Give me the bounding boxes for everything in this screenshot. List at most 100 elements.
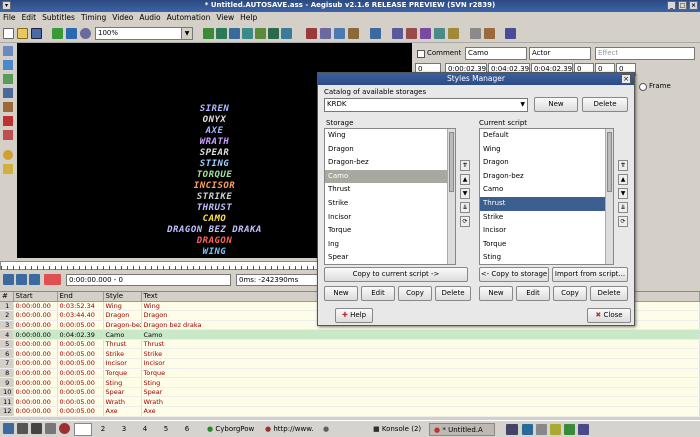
automation-icon[interactable] [370, 28, 381, 39]
menu-view[interactable]: View [213, 12, 237, 23]
catalog-new-button[interactable]: New [534, 97, 578, 112]
storage-scrollbar[interactable] [447, 129, 455, 264]
help-button[interactable]: ✚ Help [335, 308, 373, 323]
table-row[interactable]: 11 0:00:00.00 0:00:05.00 Wrath Wrath [0, 396, 700, 408]
storage-edit-button[interactable]: Edit [361, 286, 395, 301]
minimize-icon[interactable]: _ [667, 1, 676, 10]
tool-clip-icon[interactable] [268, 28, 279, 39]
current-sort-icon[interactable]: ⟳ [618, 216, 628, 227]
list-item[interactable]: Default [480, 129, 613, 143]
current-copy-button[interactable]: Copy [553, 286, 587, 301]
effect-field[interactable]: Effect [595, 47, 695, 60]
table-row[interactable]: 8 0:00:00.00 0:00:05.00 Torque Torque [0, 368, 700, 379]
tray-flag-icon[interactable] [506, 424, 518, 435]
storage-move-top-icon[interactable]: ⇈ [460, 160, 470, 171]
table-row[interactable]: 10 0:00:00.00 0:00:05.00 Spear Spear [0, 387, 700, 398]
grid-header-number[interactable]: # [0, 292, 14, 302]
list-item[interactable]: Thrust [325, 183, 455, 197]
tray-device-icon[interactable] [578, 424, 589, 435]
menu-timing[interactable]: Timing [78, 12, 109, 23]
table-row[interactable]: 12 0:00:00.00 0:00:05.00 Axe Axe [0, 406, 700, 417]
dialog-close-icon[interactable]: × [621, 74, 631, 84]
current-move-top-icon[interactable]: ⇈ [618, 160, 628, 171]
tool-drag-icon[interactable] [216, 28, 227, 39]
list-item[interactable]: Wing [480, 143, 613, 157]
play-line-icon[interactable] [16, 274, 27, 285]
tool-rotate-xy-icon[interactable] [242, 28, 253, 39]
list-item[interactable]: Strike [480, 211, 613, 225]
attachments-icon[interactable] [334, 28, 345, 39]
list-item[interactable]: Torque [480, 238, 613, 252]
list-item[interactable]: Ing [325, 238, 455, 252]
tray-update-icon[interactable] [564, 424, 575, 435]
kanji-timer-icon[interactable] [420, 28, 431, 39]
tool-standard-icon[interactable] [203, 28, 214, 39]
list-item[interactable]: Thrust [480, 196, 613, 211]
storage-move-bottom-icon[interactable]: ⇊ [460, 202, 470, 213]
menu-file[interactable]: File [0, 12, 19, 23]
menu-audio[interactable]: Audio [136, 12, 163, 23]
import-from-script-button[interactable]: Import from script... [552, 267, 628, 282]
current-delete-button[interactable]: Delete [590, 286, 628, 301]
table-row[interactable]: 4 0:00:00.00 0:04:02.39 Camo Camo [0, 329, 700, 340]
current-move-down-icon[interactable]: ▼ [618, 188, 628, 199]
tray-volume-icon[interactable] [536, 424, 547, 435]
list-item[interactable]: Dragon [325, 143, 455, 157]
timing-postprocessor-icon[interactable] [406, 28, 417, 39]
open-file-icon[interactable] [17, 28, 28, 39]
new-file-icon[interactable] [3, 28, 14, 39]
workspace-5[interactable]: 5 [157, 423, 175, 436]
list-item[interactable]: Incisor [480, 224, 613, 238]
storage-list[interactable]: Wing Dragon Dragon-bez Camo Thrust Strike Inci… [324, 128, 456, 265]
list-item[interactable]: Wing [325, 129, 455, 143]
current-new-button[interactable]: New [479, 286, 513, 301]
frame-radio[interactable] [639, 83, 647, 91]
workspace-4[interactable]: 4 [136, 423, 154, 436]
table-row[interactable]: 9 0:00:00.00 0:00:05.00 Sting Sting [0, 377, 700, 388]
zoom-icon[interactable] [80, 28, 91, 39]
jump-video-icon[interactable] [66, 28, 77, 39]
menu-edit[interactable]: Edit [19, 12, 40, 23]
fonts-collector-icon[interactable] [348, 28, 359, 39]
current-script-list[interactable]: Default Wing Dragon Dragon-bez Camo Thrust Str… [479, 128, 614, 265]
table-row[interactable]: 5 0:00:00.00 0:00:05.00 Thrust Thrust [0, 339, 700, 350]
workspace-2[interactable]: 2 [94, 423, 112, 436]
maximize-icon[interactable]: □ [678, 1, 687, 10]
storage-copy-button[interactable]: Copy [398, 286, 432, 301]
close-window-icon[interactable]: × [689, 1, 698, 10]
tool-scale-icon[interactable] [255, 28, 266, 39]
translation-assistant-icon[interactable] [434, 28, 445, 39]
task-cyborgpow[interactable]: ● CyborgPow [203, 423, 259, 436]
list-item[interactable]: Strike [325, 197, 455, 211]
tray-clipboard-icon[interactable] [550, 424, 561, 435]
tool-rotate-icon[interactable] [3, 74, 13, 84]
copy-to-current-button[interactable]: Copy to current script -> [324, 267, 468, 282]
terminal-launcher-icon[interactable] [17, 423, 28, 434]
zoom-select[interactable]: 100% ▼ [95, 27, 193, 40]
current-scrollbar[interactable] [605, 129, 613, 264]
catalog-select[interactable]: KRDK ▼ [324, 98, 528, 112]
menu-help[interactable]: Help [237, 12, 260, 23]
storage-delete-button[interactable]: Delete [435, 286, 471, 301]
kmenu-icon[interactable] [3, 423, 14, 434]
workspace-6[interactable]: 6 [178, 423, 196, 436]
save-file-icon[interactable] [31, 28, 42, 39]
current-move-bottom-icon[interactable]: ⇊ [618, 202, 628, 213]
tool-rotate-z-icon[interactable] [229, 28, 240, 39]
list-item[interactable]: Dragon [480, 156, 613, 170]
tool-vclip-side-icon[interactable] [3, 130, 13, 140]
menu-automation[interactable]: Automation [164, 12, 214, 23]
home-launcher-icon[interactable] [45, 423, 56, 434]
tool-clock-icon[interactable] [3, 150, 13, 160]
list-item[interactable]: Incisor [325, 211, 455, 225]
properties-icon[interactable] [320, 28, 331, 39]
stop-icon[interactable] [29, 274, 40, 285]
task-konsole[interactable]: ■ Konsole (2) [369, 423, 427, 436]
list-item[interactable]: Camo [480, 183, 613, 197]
tool-pointer-icon[interactable] [3, 46, 13, 56]
toggle-tags-icon[interactable] [505, 28, 516, 39]
list-item[interactable]: Spear [325, 251, 455, 264]
autoscroll-icon[interactable] [44, 274, 61, 285]
options-icon[interactable] [470, 28, 481, 39]
workspace-1[interactable] [74, 423, 92, 436]
